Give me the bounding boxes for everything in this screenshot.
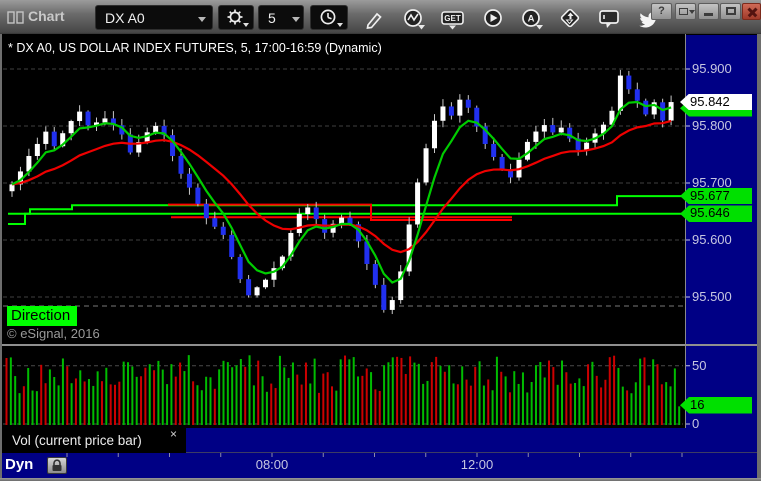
volume-study-label-text: Vol (current price bar) (12, 433, 142, 448)
price-axis-label: 95.600 (692, 232, 732, 247)
price-flag: 95.646 (680, 205, 752, 222)
interval-value: 5 (268, 10, 276, 26)
maximize-icon (725, 7, 736, 15)
auto-trade-icon[interactable]: A (519, 7, 545, 31)
minimize-button[interactable] (698, 3, 719, 20)
price-flag: 95.677 (680, 187, 752, 205)
lock-icon (52, 459, 62, 471)
price-chart-pane[interactable] (2, 34, 686, 345)
time-template-button[interactable] (310, 5, 348, 30)
titlebar: Chart DX A0 5 GET A ? (0, 1, 761, 34)
tab-dyn[interactable]: Dyn (5, 456, 33, 473)
chevron-down-icon (292, 17, 300, 22)
pane-separator[interactable] (2, 344, 757, 346)
get-data-icon[interactable]: GET (440, 7, 466, 31)
chat-note-icon[interactable] (597, 7, 623, 31)
copyright-watermark: © eSignal, 2016 (7, 326, 100, 341)
pencil-draw-icon[interactable] (362, 7, 388, 31)
svg-text:A: A (528, 14, 535, 25)
app-title: Chart (28, 8, 65, 24)
panel-icon (679, 8, 688, 15)
chevron-down-icon (243, 23, 249, 27)
volume-pane[interactable] (2, 346, 686, 428)
lock-button[interactable] (47, 457, 67, 474)
minimize-icon (704, 13, 713, 16)
window-icon (7, 11, 24, 24)
symbol-dropdown[interactable]: DX A0 (95, 5, 213, 30)
swap-arrows-icon[interactable] (558, 7, 584, 31)
interval-dropdown[interactable]: 5 (258, 5, 304, 30)
volume-axis-label: 50 (692, 357, 707, 373)
price-axis-label: 95.900 (692, 61, 732, 76)
volume-study-label[interactable]: Vol (current price bar) × (2, 428, 186, 453)
close-study-icon[interactable]: × (170, 428, 177, 440)
price-axis-label: 95.500 (692, 289, 732, 304)
play-replay-icon[interactable] (481, 7, 507, 31)
close-button[interactable] (742, 3, 761, 20)
time-axis-label: 12:00 (460, 457, 494, 472)
close-icon (743, 4, 760, 19)
help-button[interactable]: ? (651, 3, 672, 20)
chevron-down-icon (337, 23, 343, 27)
chevron-down-icon (198, 17, 206, 22)
get-label: GET (444, 14, 461, 23)
price-flag: 95.842 (680, 93, 752, 111)
price-axis-label: 95.700 (692, 175, 732, 190)
chart-window: Chart DX A0 5 GET A ? * DX A0, US DOLLAR… (0, 0, 761, 481)
direction-study-label[interactable]: Direction (7, 306, 78, 326)
volume-flag: 16 (680, 397, 752, 414)
chart-header: * DX A0, US DOLLAR INDEX FUTURES, 5, 17:… (8, 41, 382, 55)
symbol-value: DX A0 (105, 10, 145, 26)
line-tool-icon[interactable] (401, 7, 427, 31)
panel-toggle-button[interactable] (675, 3, 696, 20)
price-axis-label: 95.800 (692, 118, 732, 133)
chevron-down-icon (689, 10, 695, 14)
symbol-settings-button[interactable] (218, 5, 254, 30)
time-axis-label: 08:00 (255, 457, 289, 472)
volume-axis-label: 0 (692, 416, 700, 431)
maximize-button[interactable] (720, 3, 741, 20)
